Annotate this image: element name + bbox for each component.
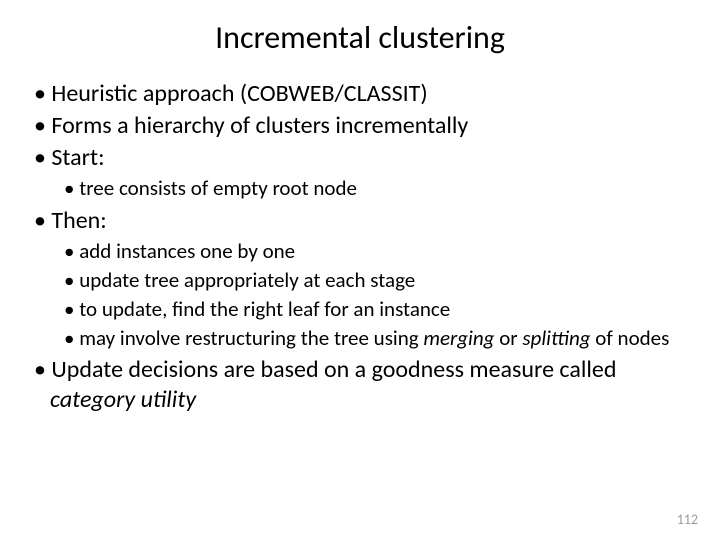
bullet-text: Heuristic approach (COBWEB/CLASSIT) — [51, 79, 427, 108]
bullet-text: of nodes — [591, 325, 670, 351]
bullet-text: update tree appropriately at each stage — [79, 267, 415, 293]
bullet-start: Start: — [34, 143, 686, 173]
bullet-text: to update, find the right leaf for an in… — [79, 296, 450, 322]
bullet-text: may involve restructuring the tree using — [79, 325, 423, 351]
bullet-then-leaf: to update, find the right leaf for an in… — [64, 296, 686, 323]
bullet-list-level1: Heuristic approach (COBWEB/CLASSIT) Form… — [34, 79, 686, 173]
bullet-text: or — [494, 325, 522, 351]
bullet-list-level1: Update decisions are based on a goodness… — [34, 355, 686, 415]
bullet-text: tree consists of empty root node — [79, 175, 357, 201]
slide: Incremental clustering Heuristic approac… — [0, 0, 720, 540]
bullet-list-then-sub: add instances one by one update tree app… — [34, 238, 686, 352]
bullet-text: Then: — [51, 206, 106, 235]
bullet-text: Forms a hierarchy of clusters incrementa… — [51, 111, 468, 140]
bullet-then: Then: — [34, 206, 686, 236]
bullet-hierarchy: Forms a hierarchy of clusters incrementa… — [34, 111, 686, 141]
bullet-then-restructure: may involve restructuring the tree using… — [64, 325, 686, 352]
bullet-list-level1: Then: — [34, 206, 686, 236]
bullet-then-add: add instances one by one — [64, 238, 686, 265]
bullet-then-update: update tree appropriately at each stage — [64, 267, 686, 294]
em-splitting: splitting — [522, 325, 590, 351]
bullet-heuristic: Heuristic approach (COBWEB/CLASSIT) — [34, 79, 686, 109]
em-category-utility: category utility — [50, 385, 196, 414]
bullet-list-start-sub: tree consists of empty root node — [34, 175, 686, 202]
bullet-goodness: Update decisions are based on a goodness… — [34, 355, 686, 415]
bullet-text: Update decisions are based on a goodness… — [51, 355, 616, 384]
em-merging: merging — [423, 325, 494, 351]
bullet-start-sub-root: tree consists of empty root node — [64, 175, 686, 202]
bullet-text: add instances one by one — [79, 238, 295, 264]
page-number: 112 — [677, 511, 698, 528]
bullet-text: Start: — [51, 143, 104, 172]
slide-title: Incremental clustering — [34, 18, 686, 57]
